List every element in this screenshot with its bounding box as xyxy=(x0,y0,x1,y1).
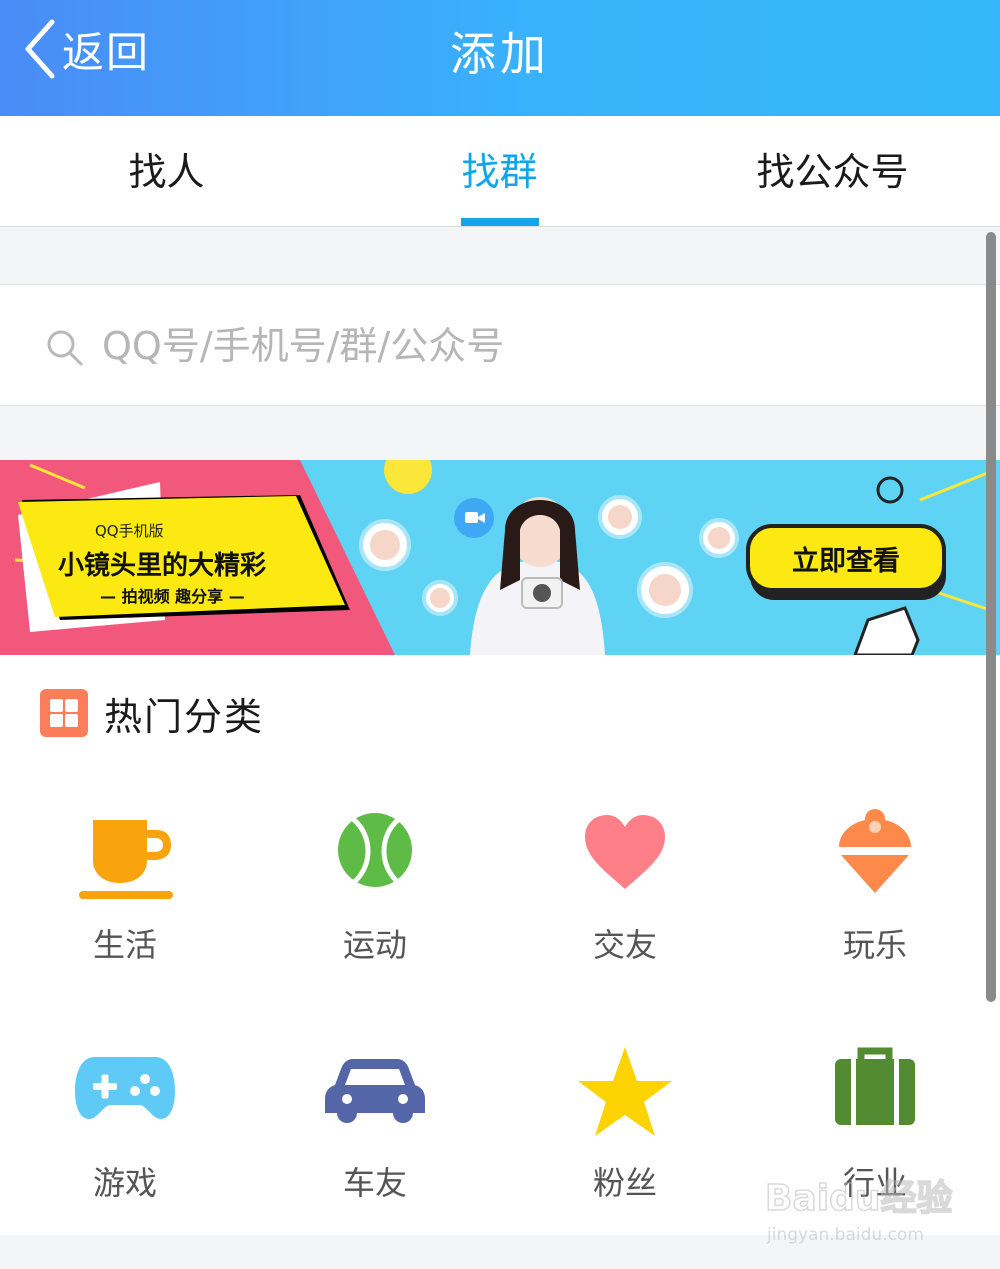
category-label: 车友 xyxy=(342,1164,407,1202)
nav-bar: 返回 添加 xyxy=(0,0,1000,116)
grid-icon xyxy=(40,689,88,737)
category-label: 运动 xyxy=(342,926,407,964)
category-sports[interactable]: 运动 xyxy=(250,805,500,1025)
category-games[interactable]: 游戏 xyxy=(0,1043,250,1263)
banner-tag: QQ手机版 xyxy=(95,522,164,540)
category-industry[interactable]: 行业 xyxy=(750,1043,1000,1263)
category-fans[interactable]: 粉丝 xyxy=(500,1043,750,1263)
search-input[interactable] xyxy=(100,315,964,377)
tab-label: 找公众号 xyxy=(756,150,909,194)
car-icon xyxy=(325,1059,425,1123)
active-tab-indicator xyxy=(460,218,539,226)
category-friends[interactable]: 交友 xyxy=(500,805,750,1025)
scrollbar[interactable] xyxy=(986,232,996,1002)
category-label: 粉丝 xyxy=(592,1164,657,1202)
category-leisure[interactable]: 玩乐 xyxy=(750,805,1000,1025)
tab-bar: 找人 找群 找公众号 xyxy=(0,116,1000,227)
page-title: 添加 xyxy=(450,27,550,81)
tab-find-people[interactable]: 找人 xyxy=(0,116,333,226)
hot-categories-section: 热门分类 生活 运动 交友 玩乐 游戏 车友 粉丝 行业 xyxy=(0,655,1000,1235)
banner-headline: 小镜头里的大精彩 xyxy=(58,550,266,581)
tab-label: 找群 xyxy=(461,150,538,194)
category-label: 生活 xyxy=(92,926,157,964)
star-icon xyxy=(578,1047,672,1136)
category-label: 行业 xyxy=(842,1164,907,1202)
tennis-ball-icon xyxy=(338,813,412,887)
tab-find-official-account[interactable]: 找公众号 xyxy=(666,116,999,226)
heart-icon xyxy=(585,815,665,889)
ice-cream-icon xyxy=(839,809,911,893)
search-bar xyxy=(0,284,1000,406)
gamepad-icon xyxy=(75,1057,175,1119)
banner-cta: 立即查看 xyxy=(792,545,900,577)
section-header: 热门分类 xyxy=(40,688,265,739)
category-label: 玩乐 xyxy=(842,926,907,964)
promo-banner-art: QQ手机版 小镜头里的大精彩 — 拍视频 趣分享 — 立即查看 xyxy=(0,460,1000,655)
banner-subline: — 拍视频 趣分享 — xyxy=(100,587,245,606)
briefcase-icon xyxy=(835,1047,915,1125)
search-icon xyxy=(47,330,83,366)
coffee-cup-icon xyxy=(79,820,173,899)
promo-banner[interactable]: QQ手机版 小镜头里的大精彩 — 拍视频 趣分享 — 立即查看 xyxy=(0,460,1000,655)
category-label: 游戏 xyxy=(92,1164,157,1202)
section-title: 热门分类 xyxy=(104,694,265,739)
category-car-club[interactable]: 车友 xyxy=(250,1043,500,1263)
tab-find-group[interactable]: 找群 xyxy=(333,116,666,226)
category-label: 交友 xyxy=(592,926,657,964)
tab-label: 找人 xyxy=(128,150,205,194)
category-life[interactable]: 生活 xyxy=(0,805,250,1025)
